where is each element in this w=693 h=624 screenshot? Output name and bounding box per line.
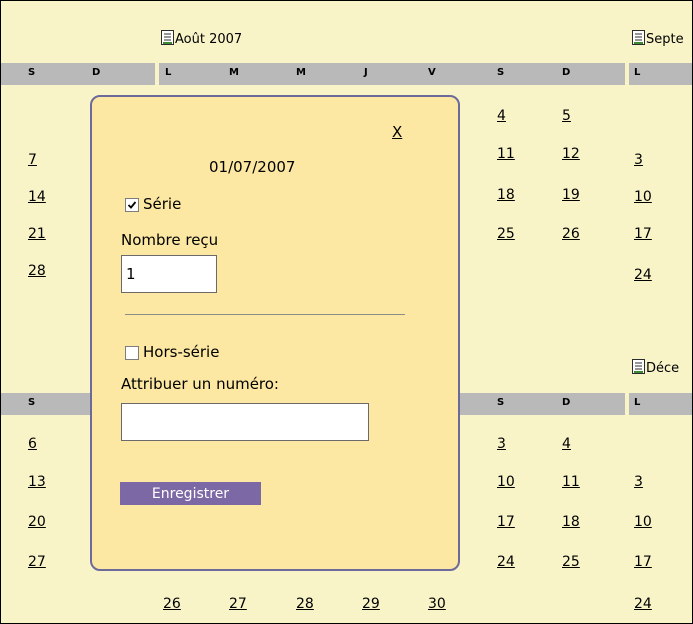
calendar-day-link[interactable]: 24 <box>634 267 652 283</box>
calendar-day-link[interactable]: 4 <box>562 436 571 452</box>
calendar-day-link[interactable]: 3 <box>634 152 643 168</box>
month-title-decembre: Déce <box>632 359 679 376</box>
calendar-day-link[interactable]: 12 <box>562 146 580 162</box>
month-title-aout: Août 2007 <box>161 30 242 47</box>
calendar-day-link[interactable]: 25 <box>497 226 515 242</box>
checkmark-icon <box>127 201 137 209</box>
calendar-day-link[interactable]: 6 <box>28 436 37 452</box>
month-title-decembre-label: Déce <box>646 361 680 376</box>
weekday-label: D <box>562 397 571 408</box>
document-icon <box>161 30 174 45</box>
calendar-day-link[interactable]: 17 <box>634 554 652 570</box>
calendar-day-link[interactable]: 17 <box>497 514 515 530</box>
document-icon <box>632 359 645 374</box>
calendar-day-link[interactable]: 30 <box>428 596 446 612</box>
calendar-day-link[interactable]: 28 <box>296 596 314 612</box>
calendar-day-link[interactable]: 10 <box>634 514 652 530</box>
close-link[interactable]: X <box>392 123 402 141</box>
calendar-day-link[interactable]: 11 <box>562 474 580 490</box>
weekday-label: M <box>296 67 306 78</box>
calendar-day-link[interactable]: 10 <box>634 189 652 205</box>
calendar-day-link[interactable]: 4 <box>497 108 506 124</box>
calendar-day-link[interactable]: 27 <box>229 596 247 612</box>
weekday-header-bottom-mid <box>459 393 625 415</box>
calendar-day-link[interactable]: 5 <box>562 108 571 124</box>
hors-serie-checkbox[interactable] <box>125 346 139 360</box>
calendar-day-link[interactable]: 19 <box>562 187 580 203</box>
calendar-day-link[interactable]: 29 <box>362 596 380 612</box>
subscription-popup: X 01/07/2007 Série Nombre reçu Hors-séri… <box>90 95 460 571</box>
month-title-septembre-label: Septe <box>646 32 684 47</box>
save-button[interactable]: Enregistrer <box>120 482 261 505</box>
weekday-label: M <box>229 67 239 78</box>
calendar-day-link[interactable]: 21 <box>28 226 46 242</box>
document-icon <box>632 30 645 45</box>
calendar-day-link[interactable]: 24 <box>497 554 515 570</box>
weekday-label: S <box>28 397 36 408</box>
calendar-day-link[interactable]: 26 <box>163 596 181 612</box>
calendar-day-link[interactable]: 13 <box>28 474 46 490</box>
popup-divider <box>125 314 405 315</box>
calendar-day-link[interactable]: 10 <box>497 474 515 490</box>
nombre-recu-label: Nombre reçu <box>121 231 219 249</box>
serie-checkbox[interactable] <box>125 198 139 212</box>
weekday-label: S <box>497 67 505 78</box>
popup-date: 01/07/2007 <box>209 158 296 176</box>
calendar-day-link[interactable]: 18 <box>497 187 515 203</box>
weekday-label: L <box>634 67 641 78</box>
calendar-day-link[interactable]: 24 <box>634 596 652 612</box>
calendar-day-link[interactable]: 26 <box>562 226 580 242</box>
weekday-label: S <box>28 67 36 78</box>
weekday-label: S <box>497 397 505 408</box>
weekday-label: J <box>364 67 368 78</box>
nombre-recu-input[interactable] <box>121 255 217 293</box>
attribuer-numero-label: Attribuer un numéro: <box>121 375 279 393</box>
calendar-day-link[interactable]: 3 <box>634 474 643 490</box>
calendar-day-link[interactable]: 14 <box>28 189 46 205</box>
weekday-header-left <box>1 63 155 85</box>
calendar-day-link[interactable]: 11 <box>497 146 515 162</box>
calendar-day-link[interactable]: 28 <box>28 263 46 279</box>
calendar-day-link[interactable]: 3 <box>497 436 506 452</box>
weekday-label: L <box>165 67 172 78</box>
serie-label: Série <box>143 195 182 213</box>
calendar-day-link[interactable]: 17 <box>634 226 652 242</box>
weekday-label: D <box>92 67 101 78</box>
month-title-septembre: Septe <box>632 30 684 47</box>
calendar-day-link[interactable]: 27 <box>28 554 46 570</box>
calendar-day-link[interactable]: 20 <box>28 514 46 530</box>
weekday-label: V <box>428 67 436 78</box>
calendar-day-link[interactable]: 7 <box>28 152 37 168</box>
weekday-label: L <box>634 397 641 408</box>
calendar-day-link[interactable]: 25 <box>562 554 580 570</box>
weekday-label: D <box>562 67 571 78</box>
calendar-day-link[interactable]: 18 <box>562 514 580 530</box>
attribuer-numero-input[interactable] <box>121 403 369 441</box>
hors-serie-label: Hors-série <box>143 343 220 361</box>
calendar-frame: Août 2007 Septe Déce S D L M M J V S D L… <box>0 0 693 624</box>
month-title-aout-label: Août 2007 <box>175 32 243 47</box>
